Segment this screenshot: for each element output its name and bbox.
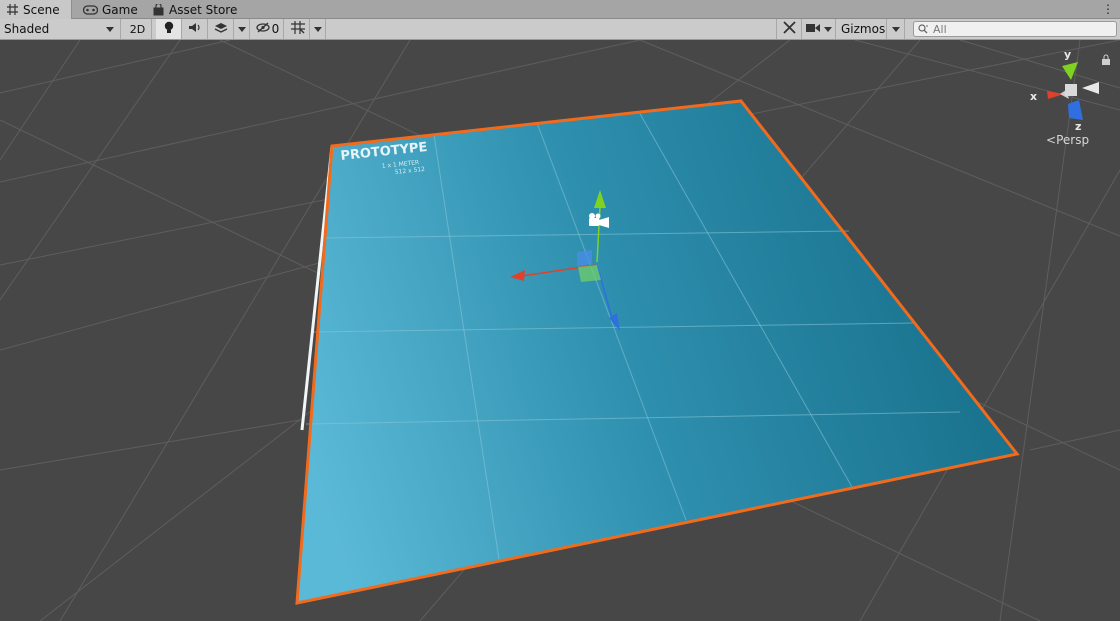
plane-handle-xz — [578, 265, 601, 282]
shopping-bag-icon — [152, 3, 165, 16]
chevron-down-icon — [106, 26, 114, 32]
chevron-down-icon — [313, 26, 322, 32]
hidden-objects-button[interactable]: 0 — [252, 19, 284, 39]
lightbulb-icon — [164, 21, 174, 37]
grid-icon — [6, 3, 19, 16]
gizmos-label: Gizmos — [841, 22, 886, 36]
scene-toolbar: Shaded 2D 0 Gizmos All — [0, 19, 1120, 40]
tab-asset-store[interactable]: Asset Store — [146, 0, 246, 19]
plane-handle-xy — [577, 250, 592, 266]
lighting-toggle-button[interactable] — [156, 19, 182, 39]
more-options-icon[interactable]: ⋮ — [1102, 0, 1114, 19]
hidden-objects-count: 0 — [271, 22, 280, 36]
tab-scene-label: Scene — [23, 2, 60, 17]
orientation-gizmo — [1047, 54, 1110, 120]
grid-snap-icon — [290, 21, 305, 37]
speaker-icon — [188, 22, 201, 36]
effects-dropdown[interactable] — [234, 19, 250, 39]
tools-icon — [782, 21, 796, 37]
grid-toggle-button[interactable] — [286, 19, 310, 39]
tab-asset-store-label: Asset Store — [169, 2, 238, 17]
audio-toggle-button[interactable] — [182, 19, 208, 39]
eye-slash-icon — [256, 22, 270, 36]
scene-viewport[interactable]: PROTOTYPE 1 x 1 METER 512 x 512 y x z <P… — [0, 40, 1120, 621]
gizmo-z-label[interactable]: z — [1075, 120, 1081, 133]
projection-label: Persp — [1056, 133, 1090, 147]
tab-game[interactable]: Game — [76, 0, 146, 19]
gizmo-y-label[interactable]: y — [1064, 48, 1071, 61]
tab-scene[interactable]: Scene — [0, 0, 72, 19]
search-input[interactable]: All — [933, 23, 947, 36]
chevron-down-icon — [237, 26, 246, 32]
layers-icon — [214, 22, 228, 37]
gamepad-icon — [82, 3, 98, 16]
2d-toggle-button[interactable]: 2D — [124, 19, 152, 39]
projection-toggle[interactable]: <Persp — [1046, 133, 1089, 147]
2d-toggle-label: 2D — [129, 22, 146, 36]
chevron-down-icon — [823, 26, 832, 32]
chevron-down-icon — [891, 26, 900, 32]
hierarchy-search-field[interactable]: All — [913, 21, 1117, 37]
gizmos-button[interactable]: Gizmos — [837, 19, 887, 39]
scene-view-tabbar: Scene Game Asset Store ⋮ — [0, 0, 1120, 19]
tools-button[interactable] — [776, 19, 802, 39]
search-icon — [918, 24, 929, 34]
video-camera-icon — [805, 22, 820, 36]
tab-game-label: Game — [102, 2, 138, 17]
scene-canvas[interactable]: PROTOTYPE 1 x 1 METER 512 x 512 — [0, 40, 1120, 621]
grid-dropdown[interactable] — [310, 19, 326, 39]
gizmos-dropdown[interactable] — [887, 19, 905, 39]
gizmo-x-label[interactable]: x — [1030, 90, 1037, 103]
chevron-left-icon: < — [1046, 133, 1057, 147]
effects-toggle-button[interactable] — [208, 19, 234, 39]
draw-mode-label: Shaded — [4, 22, 50, 36]
draw-mode-dropdown[interactable]: Shaded — [0, 19, 121, 39]
camera-settings-button[interactable] — [802, 19, 836, 39]
